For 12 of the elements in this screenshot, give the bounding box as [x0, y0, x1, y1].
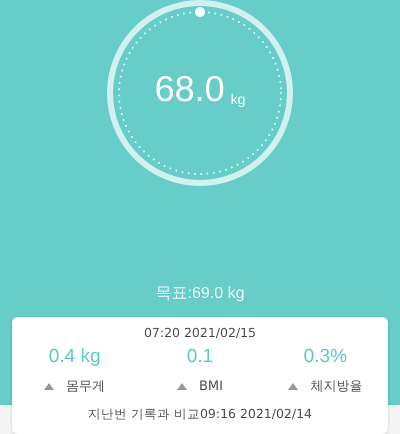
goal-weight: 목표:69.0 kg: [156, 284, 244, 304]
metric-label: 체지방율: [310, 378, 362, 395]
weight-value: 68.0: [154, 68, 225, 110]
gauge-marker: [195, 7, 205, 17]
weight-unit: kg: [230, 91, 246, 107]
record-date: 07:20 2021/02/15: [144, 325, 256, 340]
metric-value: 0.3%: [304, 346, 347, 369]
metric-value: 0.1: [186, 346, 214, 369]
metric-label: 몸무게: [66, 378, 106, 395]
comparison-text: 지난번 기록과 비교09:16 2021/02/14: [88, 406, 312, 423]
metric-label: BMI: [199, 378, 223, 394]
metric-value: 0.4 kg: [48, 346, 101, 369]
